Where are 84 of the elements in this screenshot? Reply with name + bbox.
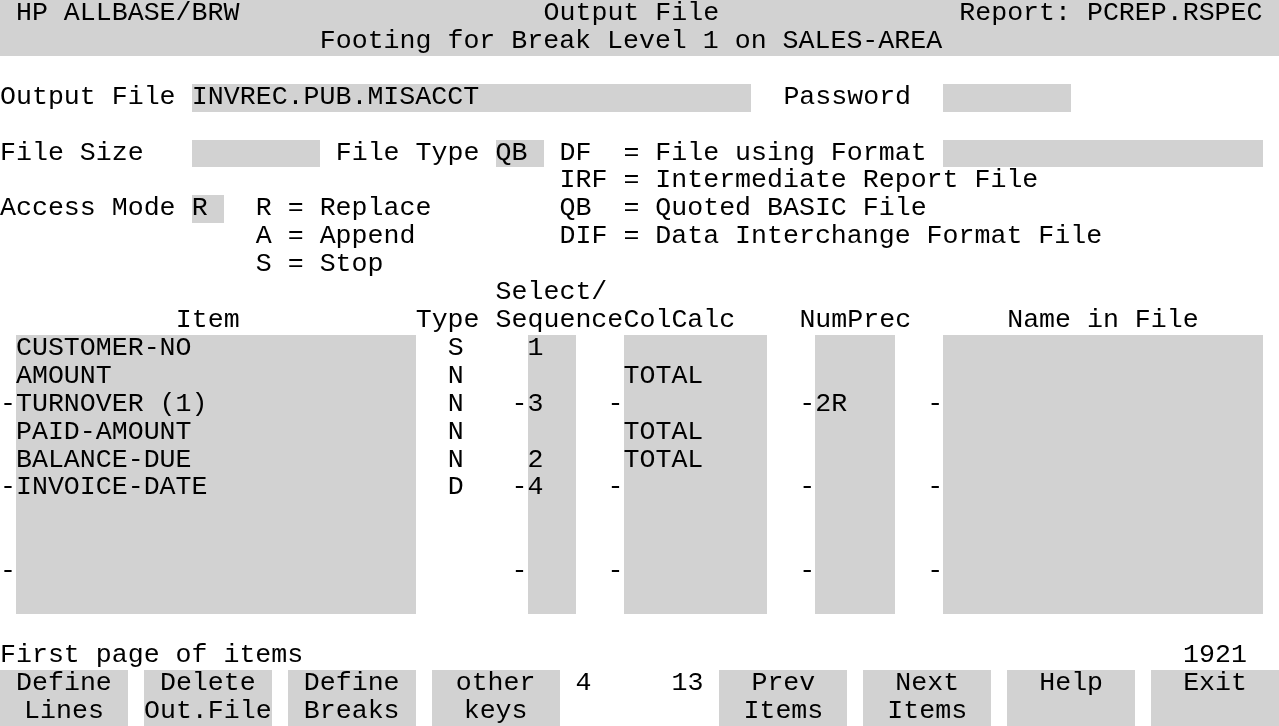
field-marker: - bbox=[0, 558, 16, 587]
field-label: Password bbox=[783, 83, 912, 112]
function-key[interactable]: Define Lines bbox=[0, 669, 128, 726]
status-message: First page of items bbox=[0, 641, 304, 670]
option-legend: A = Append bbox=[255, 223, 416, 252]
item-type: N bbox=[447, 418, 464, 447]
output-file-field[interactable]: INVREC.PUB.MISACCT bbox=[191, 83, 752, 112]
field-marker: - bbox=[799, 390, 816, 419]
item-field[interactable]: INVOICE-DATE bbox=[16, 474, 416, 503]
file-name-field[interactable] bbox=[943, 586, 1263, 614]
numprec-field[interactable] bbox=[815, 334, 896, 363]
function-key[interactable]: Exit bbox=[1151, 669, 1279, 726]
screen-subtitle: Footing for Break Level 1 on SALES-AREA bbox=[319, 27, 943, 56]
app-name: HP ALLBASE/BRW bbox=[16, 0, 240, 28]
column-header: NumPrec bbox=[799, 306, 912, 335]
numprec-field[interactable] bbox=[815, 586, 896, 614]
item-field[interactable]: PAID-AMOUNT bbox=[16, 418, 416, 447]
field-marker: - bbox=[927, 558, 944, 587]
field-marker: - bbox=[799, 558, 816, 587]
function-key[interactable]: other keys bbox=[431, 669, 560, 726]
field-marker: - bbox=[799, 474, 816, 503]
file-size-field[interactable] bbox=[191, 139, 320, 168]
field-marker: - bbox=[0, 474, 16, 503]
column-header: Sequence bbox=[495, 306, 624, 335]
function-key[interactable]: Delete Out.File bbox=[143, 669, 272, 726]
colcalc-field[interactable]: TOTAL bbox=[623, 418, 768, 447]
field-marker: - bbox=[607, 390, 624, 419]
status-number: 1921 bbox=[1183, 641, 1247, 670]
field-marker: - bbox=[511, 474, 528, 503]
colcalc-field[interactable]: TOTAL bbox=[623, 362, 768, 391]
colcalc-field[interactable]: TOTAL bbox=[623, 446, 768, 475]
function-key[interactable]: Prev Items bbox=[719, 669, 848, 726]
status-number: 13 bbox=[671, 669, 704, 698]
option-legend: R = Replace bbox=[255, 195, 432, 224]
field-label: Output File bbox=[0, 83, 176, 112]
item-field[interactable]: BALANCE-DUE bbox=[16, 446, 416, 475]
password-field[interactable] bbox=[943, 83, 1072, 112]
sequence-field[interactable] bbox=[527, 586, 576, 614]
function-key[interactable]: Next Items bbox=[863, 669, 992, 726]
field-label: File Type bbox=[335, 139, 480, 168]
item-field[interactable]: CUSTOMER-NO bbox=[16, 334, 416, 363]
item-type: N bbox=[447, 446, 464, 475]
field-marker: - bbox=[607, 558, 624, 587]
item-type: N bbox=[447, 362, 464, 391]
file-type-field[interactable]: QB bbox=[495, 139, 544, 168]
column-header: Name in File bbox=[1007, 306, 1199, 335]
item-type: D bbox=[447, 474, 464, 503]
item-type: N bbox=[447, 390, 464, 419]
access-mode-field[interactable]: R bbox=[191, 195, 224, 224]
function-key[interactable]: Define Breaks bbox=[287, 669, 416, 726]
field-marker: - bbox=[607, 474, 624, 503]
item-type: S bbox=[447, 334, 464, 363]
field-marker: - bbox=[927, 390, 944, 419]
column-header: Select/ bbox=[495, 279, 608, 307]
field-marker: - bbox=[511, 390, 528, 419]
option-legend: DIF = Data Interchange Format File bbox=[559, 223, 1103, 252]
option-legend: S = Stop bbox=[255, 251, 384, 280]
report-name: Report: PCREP.RSPEC bbox=[959, 0, 1263, 28]
status-number: 4 bbox=[575, 669, 592, 698]
sequence-field[interactable]: 2 bbox=[527, 446, 576, 475]
format-file-field[interactable] bbox=[943, 139, 1263, 168]
colcalc-field[interactable] bbox=[623, 334, 768, 363]
field-marker: - bbox=[511, 558, 528, 587]
sequence-field[interactable]: 1 bbox=[527, 334, 576, 363]
field-label: Access Mode bbox=[0, 195, 176, 224]
item-field[interactable] bbox=[16, 586, 416, 614]
field-label: File Size bbox=[0, 139, 144, 168]
column-header: Type bbox=[415, 306, 480, 335]
item-field[interactable]: AMOUNT bbox=[16, 362, 416, 391]
colcalc-field[interactable] bbox=[623, 586, 768, 614]
function-key[interactable]: Help bbox=[1007, 669, 1136, 726]
column-header: Item bbox=[175, 306, 240, 335]
field-marker: - bbox=[0, 390, 16, 419]
sequence-field[interactable]: 4 bbox=[527, 474, 576, 503]
field-marker: - bbox=[927, 474, 944, 503]
sequence-field[interactable]: 3 bbox=[527, 390, 576, 419]
item-field[interactable]: TURNOVER (1) bbox=[16, 390, 416, 419]
option-legend: QB = Quoted BASIC File bbox=[559, 195, 927, 224]
numprec-field[interactable]: 2R bbox=[815, 390, 896, 419]
option-legend: DF = File using Format bbox=[559, 139, 927, 168]
option-legend: IRF = Intermediate Report File bbox=[559, 167, 1039, 196]
screen-title: Output File bbox=[543, 0, 720, 28]
file-name-field[interactable] bbox=[943, 334, 1263, 363]
column-header: ColCalc bbox=[623, 306, 736, 335]
